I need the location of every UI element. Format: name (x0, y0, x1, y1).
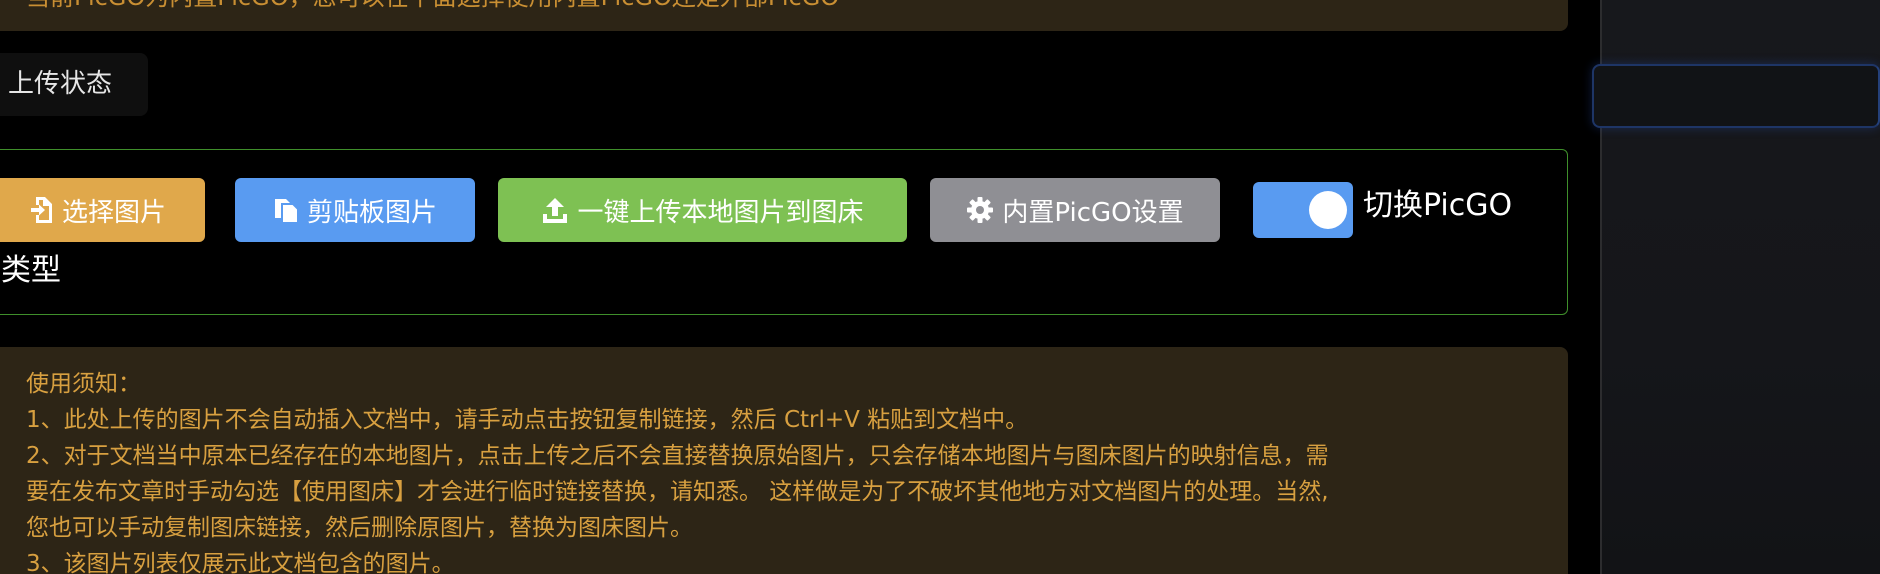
copy-icon (274, 199, 299, 224)
usage-notice-line: 1、此处上传的图片不会自动插入文档中，请手动点击按钮复制链接，然后 Ctrl+V… (26, 407, 1029, 433)
usage-notice-line: 2、对于文档当中原本已经存在的本地图片，点击上传之后不会直接替换原始图片，只会存… (26, 443, 1329, 469)
upload-local-images-label: 一键上传本地图片到图床 (577, 197, 864, 228)
builtin-picgo-settings-button[interactable]: 内置PicGO设置 (930, 178, 1220, 242)
usage-notice-line: 3、该图片列表仅展示此文档包含的图片。 (26, 551, 455, 574)
gear-icon (967, 197, 994, 223)
side-panel-input[interactable] (1592, 64, 1880, 128)
picgo-type-toggle-label-wrap: 类型 (1, 253, 61, 288)
usage-notice-line: 您也可以手动复制图床链接，然后删除原图片，替换为图床图片。 (26, 515, 693, 541)
picgo-type-notice-text: 当前PicGO为内置PicGO，您可以在下面选择使用内置PicGO还是外部Pic… (26, 0, 839, 10)
upload-status-tab[interactable]: 上传状态 (0, 53, 148, 116)
usage-notice-lines: 使用须知： 1、此处上传的图片不会自动插入文档中，请手动点击按钮复制链接，然后 … (26, 366, 1506, 574)
clipboard-image-button[interactable]: 剪贴板图片 (235, 178, 475, 242)
picgo-type-notice: 当前PicGO为内置PicGO，您可以在下面选择使用内置PicGO还是外部Pic… (0, 0, 1568, 31)
select-image-label: 选择图片 (61, 197, 166, 228)
upload-toolbar: 选择图片 剪贴板图片 一键上传本地图片到图床 内置PicGO设置 切换PicGO… (0, 149, 1568, 315)
file-import-icon (30, 197, 52, 223)
toggle-knob (1309, 191, 1347, 229)
picgo-type-toggle-label: 切换PicGO (1363, 188, 1513, 223)
select-image-button[interactable]: 选择图片 (0, 178, 205, 242)
picgo-type-toggle[interactable] (1253, 182, 1353, 238)
side-panel (1592, 0, 1880, 574)
usage-notice: 使用须知： 1、此处上传的图片不会自动插入文档中，请手动点击按钮复制链接，然后 … (0, 347, 1568, 574)
picgo-upload-page: 当前PicGO为内置PicGO，您可以在下面选择使用内置PicGO还是外部Pic… (0, 0, 1880, 574)
usage-notice-title: 使用须知： (26, 371, 141, 397)
usage-notice-line: 要在发布文章时手动勾选【使用图床】才会进行临时链接替换，请知悉。 这样做是为了不… (26, 479, 1329, 505)
upload-icon (543, 198, 568, 223)
upload-local-images-button[interactable]: 一键上传本地图片到图床 (498, 178, 907, 242)
clipboard-image-label: 剪贴板图片 (306, 197, 437, 228)
builtin-picgo-settings-label: 内置PicGO设置 (1002, 197, 1184, 228)
